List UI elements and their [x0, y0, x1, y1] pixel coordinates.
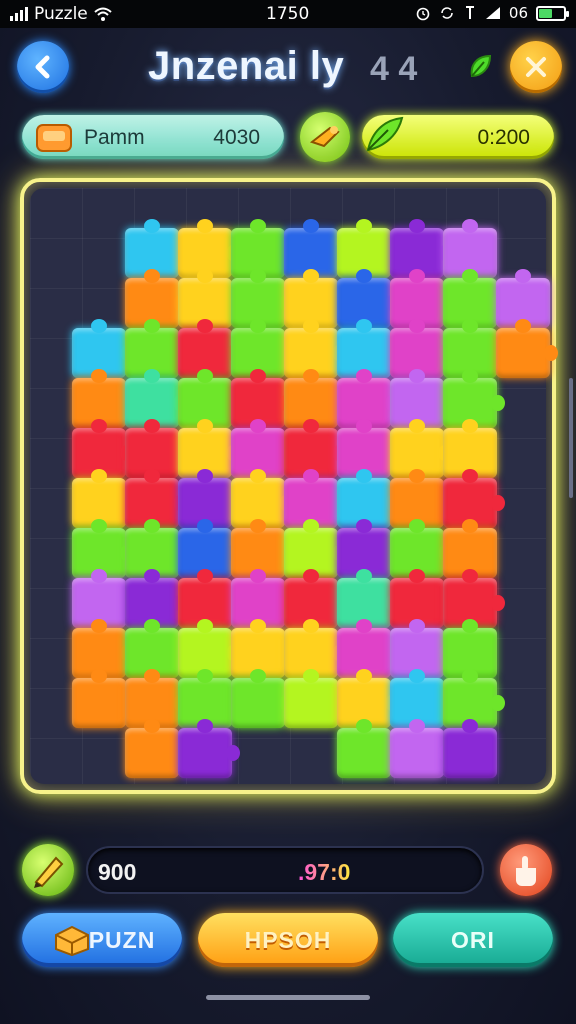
page-title: Jnzenai ly — [148, 44, 345, 88]
puzzle-piece[interactable] — [72, 669, 126, 728]
puzzle-piece[interactable] — [284, 669, 338, 728]
close-icon — [526, 57, 546, 77]
score-left: 900 — [98, 859, 137, 885]
status-right: 06 — [415, 4, 569, 22]
hpsoh-label: HPSOH — [244, 926, 332, 953]
score-right: .97:0 — [298, 859, 351, 885]
back-button[interactable] — [17, 41, 69, 93]
points-panel: Pamm 4030 — [22, 115, 284, 159]
bread-box-icon — [36, 124, 72, 152]
status-bar: Puzzle 1750 06 — [0, 0, 576, 28]
sync-icon — [441, 7, 453, 19]
score-bar: 900 .97:0 — [86, 846, 484, 894]
alarm-icon — [416, 7, 430, 21]
close-button[interactable] — [510, 41, 562, 93]
puzn-label: PUZN — [88, 926, 156, 953]
box-icon — [55, 925, 89, 957]
puzzle-piece[interactable] — [231, 669, 293, 728]
puzzle-piece[interactable] — [178, 719, 240, 778]
puzzle-piece[interactable] — [337, 719, 391, 778]
carrier-name: Puzzle — [34, 4, 88, 24]
board-scrollbar[interactable] — [569, 378, 573, 498]
home-indicator[interactable] — [206, 995, 370, 1000]
ori-button[interactable]: ORI — [393, 913, 553, 967]
puzzle-piece[interactable] — [390, 719, 452, 778]
title-suffix: 4 4 — [370, 50, 418, 88]
puzzle-piece[interactable] — [443, 719, 497, 778]
puzzle-piece[interactable] — [125, 719, 179, 778]
points-value: 4030 — [213, 126, 260, 149]
battery-fill — [539, 8, 552, 18]
pencil-icon — [34, 856, 64, 888]
puzn-button[interactable]: PUZN — [22, 913, 182, 967]
timer-value: 0:200 — [477, 126, 530, 149]
puzzle-piece[interactable] — [496, 319, 558, 378]
game-screen: Puzzle 1750 06 Jnzenai ly 4 4 Pamm 4030 … — [0, 0, 576, 1024]
leaf-burst-icon — [366, 116, 404, 152]
status-left: Puzzle — [10, 4, 112, 24]
hand-icon — [516, 856, 536, 886]
wifi-icon — [94, 7, 112, 21]
signal-icon — [10, 7, 28, 21]
hint-button[interactable] — [300, 112, 350, 162]
battery-text: 06 — [508, 4, 528, 22]
hand-button[interactable] — [500, 844, 552, 896]
battery-icon — [536, 5, 569, 21]
cell-signal-icon — [485, 7, 500, 19]
chevron-left-icon — [35, 55, 50, 79]
puzzle-hand-icon — [309, 126, 340, 148]
status-time: 1750 — [266, 4, 310, 24]
ori-label: ORI — [451, 926, 495, 953]
pencil-button[interactable] — [22, 844, 74, 896]
leaf-icon — [470, 54, 492, 78]
nfc-icon — [465, 6, 474, 19]
points-label: Pamm — [84, 126, 145, 149]
hpsoh-button[interactable]: HPSOH — [198, 913, 378, 967]
